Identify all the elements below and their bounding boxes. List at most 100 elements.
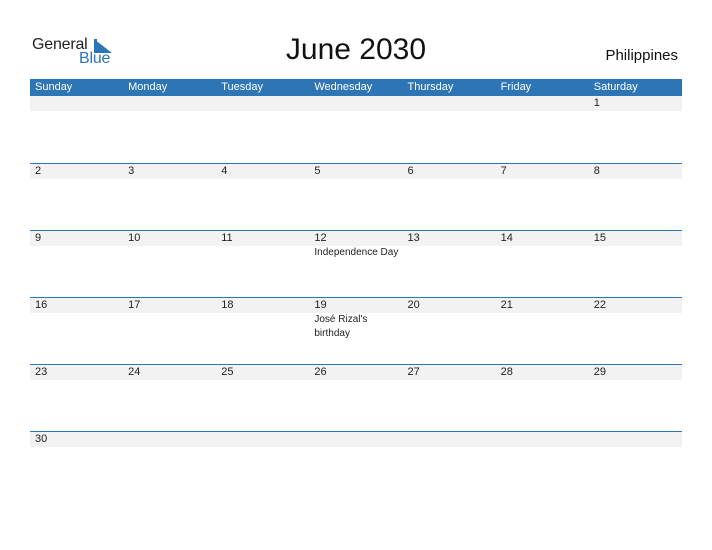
day-number	[314, 96, 402, 111]
day-number: 1	[593, 97, 600, 109]
day-number: 20	[407, 299, 420, 311]
day-number	[35, 96, 123, 111]
day-cell: 12 Independence Day	[309, 231, 402, 260]
day-number: 29	[593, 366, 606, 378]
day-cell: 16	[30, 298, 123, 341]
day-number	[314, 432, 402, 447]
day-cell: 13	[403, 231, 496, 260]
day-cell	[30, 96, 123, 111]
day-cell: 20	[403, 298, 496, 341]
day-cell: 22	[589, 298, 682, 341]
day-cell	[589, 432, 682, 447]
day-number	[408, 432, 496, 447]
day-cell: 21	[496, 298, 589, 341]
day-number	[501, 432, 589, 447]
day-number: 21	[500, 299, 513, 311]
day-cell: 7	[496, 164, 589, 179]
day-number: 8	[593, 165, 600, 177]
week-row: 16 17 18 19 José Rizal's birthday 20 21 22	[30, 297, 682, 364]
day-number: 19	[314, 299, 327, 311]
weekday-sunday: Sunday	[35, 81, 73, 93]
day-number: 9	[35, 232, 42, 244]
day-number: 24	[128, 366, 141, 378]
day-number	[221, 96, 309, 111]
day-number: 6	[407, 165, 414, 177]
day-number	[408, 96, 496, 111]
weekday-header-row: Sunday Monday Tuesday Wednesday Thursday…	[30, 79, 682, 96]
day-number: 25	[221, 366, 234, 378]
day-cell	[309, 96, 402, 111]
day-number: 2	[35, 165, 42, 177]
day-number: 13	[407, 232, 420, 244]
day-cell: 29	[589, 365, 682, 380]
day-cell: 24	[123, 365, 216, 380]
day-number: 17	[128, 299, 141, 311]
day-number: 22	[593, 299, 606, 311]
day-cell: 4	[216, 164, 309, 179]
week-row: 2 3 4 5 6 7 8	[30, 163, 682, 230]
day-number: 12	[314, 232, 327, 244]
day-cell: 26	[309, 365, 402, 380]
day-cell: 8	[589, 164, 682, 179]
day-cell	[496, 96, 589, 111]
day-cell	[403, 96, 496, 111]
day-number: 27	[407, 366, 420, 378]
week-row: 23 24 25 26 27 28 29	[30, 364, 682, 431]
day-cell: 11	[216, 231, 309, 260]
day-cell	[309, 432, 402, 447]
day-number	[594, 432, 682, 447]
day-cell: 3	[123, 164, 216, 179]
day-number: 7	[500, 165, 507, 177]
day-number: 18	[221, 299, 234, 311]
holiday-label: José Rizal's birthday	[314, 314, 368, 339]
day-cell: 9	[30, 231, 123, 260]
day-number	[128, 96, 216, 111]
day-number: 30	[35, 433, 48, 445]
holiday-label: Independence Day	[314, 247, 399, 258]
day-number	[128, 432, 216, 447]
day-number: 28	[500, 366, 513, 378]
day-number	[221, 432, 309, 447]
day-cell: 17	[123, 298, 216, 341]
day-number: 5	[314, 165, 321, 177]
day-cell: 1	[589, 96, 682, 111]
weekday-monday: Monday	[128, 81, 168, 93]
weekday-friday: Friday	[500, 81, 532, 93]
day-cell: 2	[30, 164, 123, 179]
day-cell: 10	[123, 231, 216, 260]
country-label: Philippines	[605, 47, 678, 64]
day-cell: 15	[589, 231, 682, 260]
day-cell	[403, 432, 496, 447]
day-number: 14	[500, 232, 513, 244]
day-number: 15	[593, 232, 606, 244]
day-cell: 5	[309, 164, 402, 179]
day-number: 10	[128, 232, 141, 244]
weekday-saturday: Saturday	[593, 81, 638, 93]
day-number: 4	[221, 165, 228, 177]
week-row: 1	[30, 96, 682, 163]
day-cell: 6	[403, 164, 496, 179]
weekday-wednesday: Wednesday	[314, 81, 373, 93]
day-cell: 19 José Rizal's birthday	[309, 298, 402, 341]
day-number	[501, 96, 589, 111]
week-row: 30	[30, 431, 682, 498]
day-number: 3	[128, 165, 135, 177]
calendar-grid: Sunday Monday Tuesday Wednesday Thursday…	[30, 79, 682, 498]
weekday-tuesday: Tuesday	[221, 81, 264, 93]
weekday-thursday: Thursday	[407, 81, 454, 93]
day-cell: 14	[496, 231, 589, 260]
day-cell	[216, 432, 309, 447]
day-number: 11	[221, 232, 233, 244]
day-cell: 28	[496, 365, 589, 380]
day-cell	[496, 432, 589, 447]
day-cell: 25	[216, 365, 309, 380]
day-number: 23	[35, 366, 48, 378]
day-cell: 30	[30, 432, 123, 447]
day-number: 26	[314, 366, 327, 378]
day-cell	[123, 432, 216, 447]
day-cell	[123, 96, 216, 111]
day-cell	[216, 96, 309, 111]
week-row: 9 10 11 12 Independence Day 13 14 15	[30, 230, 682, 297]
day-cell: 23	[30, 365, 123, 380]
day-number: 16	[35, 299, 48, 311]
